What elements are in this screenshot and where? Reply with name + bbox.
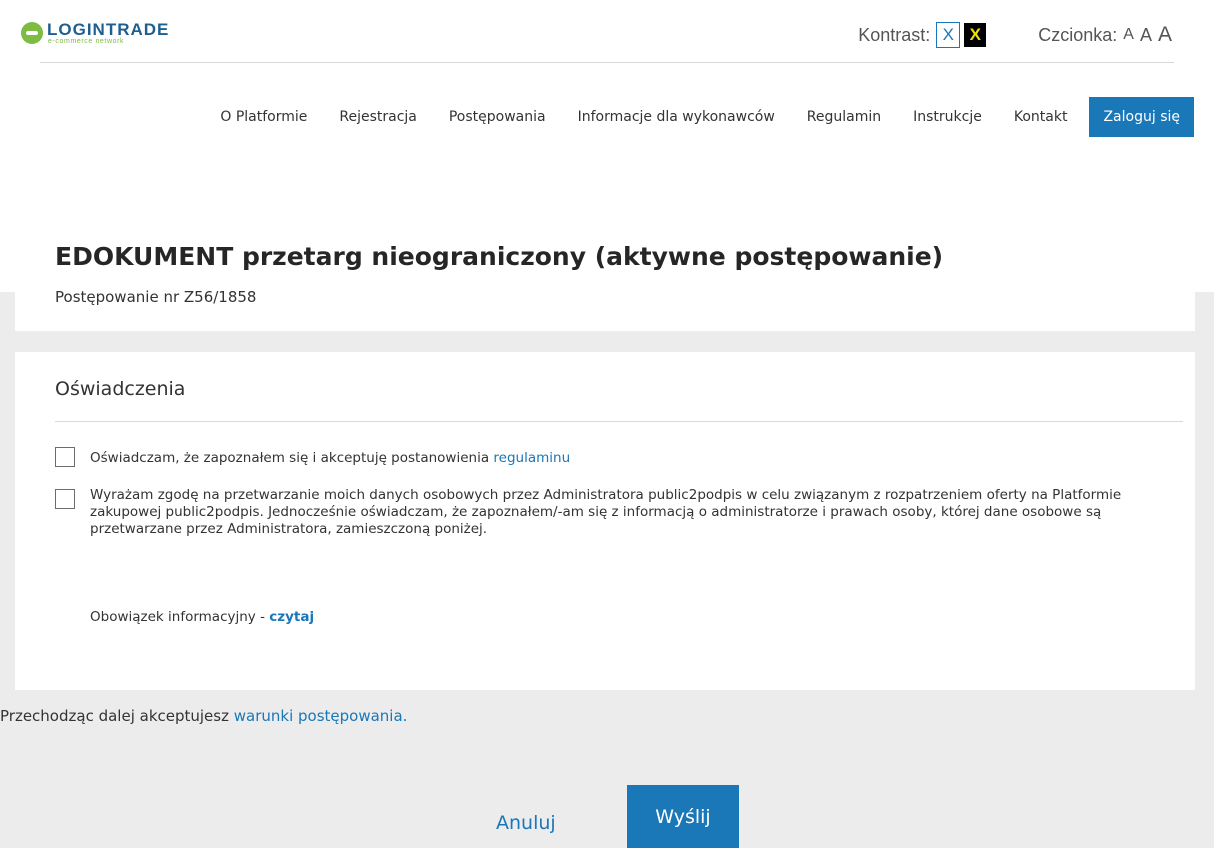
send-button[interactable]: Wyślij — [627, 785, 739, 848]
font-size-large-button[interactable]: A — [1158, 23, 1172, 47]
accept-terms-text: Oświadczam, że zapoznałem się i akceptuj… — [90, 450, 494, 466]
nav-item-o-platformie[interactable]: O Platformie — [204, 109, 323, 125]
login-button[interactable]: Zaloguj się — [1089, 96, 1194, 137]
nav-item-postepowania[interactable]: Postępowania — [433, 109, 562, 125]
conditions-link[interactable]: warunki postępowania. — [234, 707, 408, 725]
nav-item-instrukcje[interactable]: Instrukcje — [897, 109, 998, 125]
main-nav: O Platformie Rejestracja Postępowania In… — [204, 95, 1194, 138]
contrast-normal-button[interactable]: X — [936, 22, 961, 48]
contrast-high-button[interactable]: X — [964, 23, 987, 47]
conditions-note-text: Przechodząc dalej akceptujesz — [0, 707, 234, 725]
data-consent-checkbox[interactable] — [55, 489, 75, 509]
nav-item-informacje[interactable]: Informacje dla wykonawców — [562, 109, 791, 125]
conditions-note: Przechodząc dalej akceptujesz warunki po… — [0, 707, 407, 725]
page-title: EDOKUMENT przetarg nieograniczony (aktyw… — [55, 242, 944, 271]
tender-number: Postępowanie nr Z56/1858 — [55, 288, 257, 306]
terms-link[interactable]: regulaminu — [493, 450, 570, 466]
information-obligation: Obowiązek informacyjny - czytaj — [90, 609, 314, 625]
font-size-label: Czcionka: — [1038, 24, 1118, 45]
logo-icon — [21, 22, 43, 44]
nav-item-rejestracja[interactable]: Rejestracja — [323, 109, 433, 125]
information-obligation-text: Obowiązek informacyjny - — [90, 609, 270, 625]
accept-terms-checkbox[interactable] — [55, 447, 75, 467]
read-link[interactable]: czytaj — [269, 609, 314, 625]
section-divider — [55, 421, 1183, 422]
cancel-button[interactable]: Anuluj — [496, 812, 556, 834]
font-size-small-button[interactable]: A — [1123, 26, 1134, 44]
accept-terms-statement: Oświadczam, że zapoznałem się i akceptuj… — [90, 450, 1170, 467]
header-divider — [40, 62, 1174, 63]
contrast-label: Kontrast: — [858, 24, 931, 45]
data-consent-statement: Wyrażam zgodę na przetwarzanie moich dan… — [90, 487, 1122, 537]
logo-subtitle: e-commerce network — [48, 38, 125, 45]
font-size-medium-button[interactable]: A — [1140, 25, 1152, 46]
nav-item-regulamin[interactable]: Regulamin — [791, 109, 897, 125]
tender-header-card: EDOKUMENT przetarg nieograniczony (aktyw… — [15, 198, 1195, 331]
declarations-card: Oświadczenia Oświadczam, że zapoznałem s… — [15, 352, 1195, 690]
logo-text: LOGINTRADE — [47, 20, 170, 39]
declarations-title: Oświadczenia — [55, 378, 186, 400]
logintrade-logo[interactable]: LOGINTRADE e-commerce network — [21, 20, 221, 46]
nav-item-kontakt[interactable]: Kontakt — [998, 109, 1084, 125]
accessibility-bar: Kontrast: X X Czcionka: A A A — [858, 22, 1172, 48]
